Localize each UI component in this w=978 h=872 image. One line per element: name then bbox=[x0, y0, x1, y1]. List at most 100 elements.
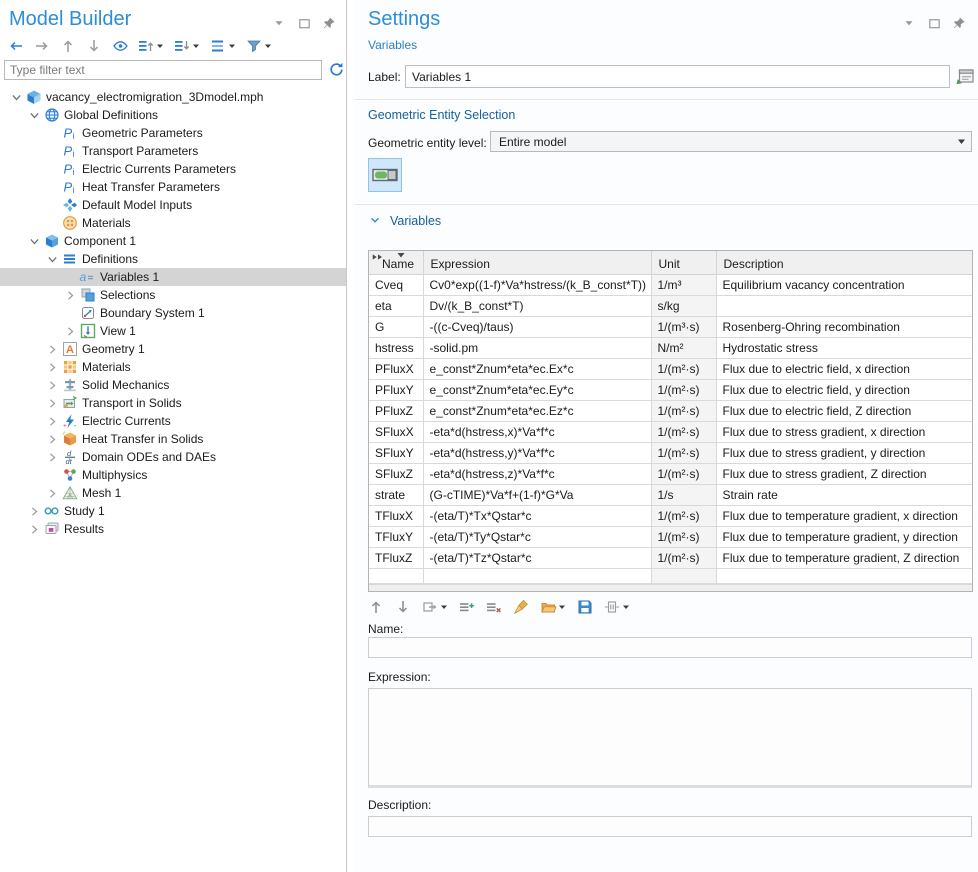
cell-description[interactable]: Flux due to electric field, y direction bbox=[716, 379, 972, 400]
tree-item-study-1[interactable]: Study 1 bbox=[0, 502, 346, 520]
cell-name[interactable]: SFluxY bbox=[369, 442, 423, 463]
tree-item-geometry-1[interactable]: AGeometry 1 bbox=[0, 340, 346, 358]
cell-name[interactable]: eta bbox=[369, 295, 423, 316]
cell-description[interactable]: Flux due to stress gradient, Z direction bbox=[716, 463, 972, 484]
tree-item-solid-mechanics[interactable]: Solid Mechanics bbox=[0, 376, 346, 394]
cell-description[interactable] bbox=[716, 295, 972, 316]
cell-description[interactable]: Equilibrium vacancy concentration bbox=[716, 274, 972, 295]
float-window-icon[interactable] bbox=[297, 16, 313, 32]
tree-item-electric-currents[interactable]: +-Electric Currents bbox=[0, 412, 346, 430]
tree-item-selections[interactable]: Selections bbox=[0, 286, 346, 304]
cell-unit[interactable]: 1/(m²·s) bbox=[651, 442, 716, 463]
cell-expression[interactable]: -(eta/T)*Tz*Qstar*c bbox=[423, 547, 651, 568]
cell-expression[interactable]: -eta*d(hstress,y)*Va*f*c bbox=[423, 442, 651, 463]
tree-item-component-1[interactable]: Component 1 bbox=[0, 232, 346, 250]
tree-item-multiphysics[interactable]: Multiphysics bbox=[0, 466, 346, 484]
chevron-right-icon[interactable] bbox=[44, 395, 61, 411]
cell-expression[interactable]: -eta*d(hstress,z)*Va*f*c bbox=[423, 463, 651, 484]
cell-name[interactable]: TFluxZ bbox=[369, 547, 423, 568]
tree-item-results[interactable]: Results bbox=[0, 520, 346, 538]
cell-description[interactable]: Rosenberg-Ohring recombination bbox=[716, 316, 972, 337]
chevron-right-icon[interactable] bbox=[62, 323, 79, 339]
chevron-right-icon[interactable] bbox=[26, 521, 43, 537]
cell-description[interactable]: Flux due to electric field, x direction bbox=[716, 358, 972, 379]
cell-expression[interactable]: -(eta/T)*Ty*Qstar*c bbox=[423, 526, 651, 547]
chevron-right-icon[interactable] bbox=[26, 503, 43, 519]
tree-item-boundary-system-1[interactable]: Boundary System 1 bbox=[0, 304, 346, 322]
cell-name[interactable]: PFluxZ bbox=[369, 400, 423, 421]
panel-menu-chevron-icon[interactable] bbox=[272, 16, 288, 32]
table-horizontal-scrollbar[interactable] bbox=[369, 584, 972, 591]
chevron-right-icon[interactable] bbox=[62, 287, 79, 303]
cell-description[interactable]: Flux due to temperature gradient, y dire… bbox=[716, 526, 972, 547]
cell-description[interactable]: Strain rate bbox=[716, 484, 972, 505]
chevron-right-icon[interactable] bbox=[44, 341, 61, 357]
go-forward-button[interactable] bbox=[32, 37, 52, 55]
expression-textarea[interactable] bbox=[368, 688, 972, 788]
tree-item-variables-1[interactable]: a=Variables 1 bbox=[0, 268, 346, 286]
float-window-icon[interactable] bbox=[927, 16, 943, 32]
cell-description[interactable]: Flux due to temperature gradient, x dire… bbox=[716, 505, 972, 526]
cell-name[interactable]: strate bbox=[369, 484, 423, 505]
cell-name[interactable]: TFluxY bbox=[369, 526, 423, 547]
row-move-up-button[interactable] bbox=[366, 598, 386, 616]
chevron-down-icon[interactable] bbox=[8, 89, 25, 105]
column-width-button[interactable] bbox=[602, 598, 632, 616]
name-input[interactable] bbox=[368, 637, 972, 658]
cell-unit[interactable]: s/kg bbox=[651, 295, 716, 316]
cell-expression[interactable]: e_const*Znum*eta*ec.Ey*c bbox=[423, 379, 651, 400]
chevron-right-icon[interactable] bbox=[44, 485, 61, 501]
chevron-down-icon[interactable] bbox=[26, 233, 43, 249]
cell-expression[interactable]: (G-cTIME)*Va*f+(1-f)*G*Va bbox=[423, 484, 651, 505]
column-header-expression[interactable]: Expression bbox=[423, 251, 651, 274]
load-from-file-button[interactable] bbox=[538, 598, 568, 616]
tree-item-default-model-inputs[interactable]: Default Model Inputs bbox=[0, 196, 346, 214]
chevron-right-icon[interactable] bbox=[44, 449, 61, 465]
tree-item-heat-transfer-in-solids[interactable]: Heat Transfer in Solids bbox=[0, 430, 346, 448]
tree-item-materials[interactable]: Materials bbox=[0, 214, 346, 232]
cell-expression[interactable]: -((c-Cveq)/taus) bbox=[423, 316, 651, 337]
tree-item-mesh-1[interactable]: Mesh 1 bbox=[0, 484, 346, 502]
cell-name[interactable]: PFluxX bbox=[369, 358, 423, 379]
cell-name[interactable]: Cveq bbox=[369, 274, 423, 295]
cell-description[interactable]: Flux due to temperature gradient, Z dire… bbox=[716, 547, 972, 568]
column-header-name[interactable]: Name bbox=[369, 251, 423, 274]
chevron-down-icon[interactable] bbox=[44, 251, 61, 267]
filter-nodes-button[interactable] bbox=[244, 37, 274, 55]
expand-all-button[interactable] bbox=[172, 37, 202, 55]
tree-item-global-definitions[interactable]: Global Definitions bbox=[0, 106, 346, 124]
tree-item-heat-transfer-parameters[interactable]: PiHeat Transfer Parameters bbox=[0, 178, 346, 196]
cell-name[interactable]: PFluxY bbox=[369, 379, 423, 400]
cell-unit[interactable]: 1/(m²·s) bbox=[651, 421, 716, 442]
column-header-description[interactable]: Description bbox=[716, 251, 972, 274]
chevron-down-icon[interactable] bbox=[26, 107, 43, 123]
cell-expression[interactable]: Dv/(k_B_const*T) bbox=[423, 295, 651, 316]
tree-item-definitions[interactable]: Definitions bbox=[0, 250, 346, 268]
panel-menu-chevron-icon[interactable] bbox=[902, 16, 918, 32]
cell-expression[interactable] bbox=[423, 568, 651, 583]
tree-item-transport-parameters[interactable]: PiTransport Parameters bbox=[0, 142, 346, 160]
geometric-entity-level-select[interactable]: Entire model bbox=[490, 131, 972, 152]
chevron-right-icon[interactable] bbox=[44, 431, 61, 447]
cell-expression[interactable]: e_const*Znum*eta*ec.Ex*c bbox=[423, 358, 651, 379]
cell-unit[interactable]: 1/(m²·s) bbox=[651, 526, 716, 547]
add-row-button[interactable] bbox=[457, 598, 477, 616]
cell-name[interactable] bbox=[369, 568, 423, 583]
cell-name[interactable]: G bbox=[369, 316, 423, 337]
cell-expression[interactable]: -solid.pm bbox=[423, 337, 651, 358]
tree-item-geometric-parameters[interactable]: PiGeometric Parameters bbox=[0, 124, 346, 142]
breadcrumb[interactable]: Variables bbox=[368, 38, 417, 52]
save-to-file-button[interactable] bbox=[575, 598, 595, 616]
pin-icon[interactable] bbox=[322, 16, 338, 32]
cell-name[interactable]: SFluxZ bbox=[369, 463, 423, 484]
show-button[interactable] bbox=[110, 37, 130, 55]
cell-unit[interactable]: 1/(m³·s) bbox=[651, 316, 716, 337]
cell-description[interactable]: Flux due to stress gradient, y direction bbox=[716, 442, 972, 463]
chevron-right-icon[interactable] bbox=[44, 413, 61, 429]
column-header-unit[interactable]: Unit bbox=[651, 251, 716, 274]
description-input[interactable] bbox=[368, 816, 972, 837]
tree-item-domain-odes-and-daes[interactable]: ddtDomain ODEs and DAEs bbox=[0, 448, 346, 466]
cell-name[interactable]: SFluxX bbox=[369, 421, 423, 442]
cell-unit[interactable]: 1/(m²·s) bbox=[651, 463, 716, 484]
cell-expression[interactable]: e_const*Znum*eta*ec.Ez*c bbox=[423, 400, 651, 421]
